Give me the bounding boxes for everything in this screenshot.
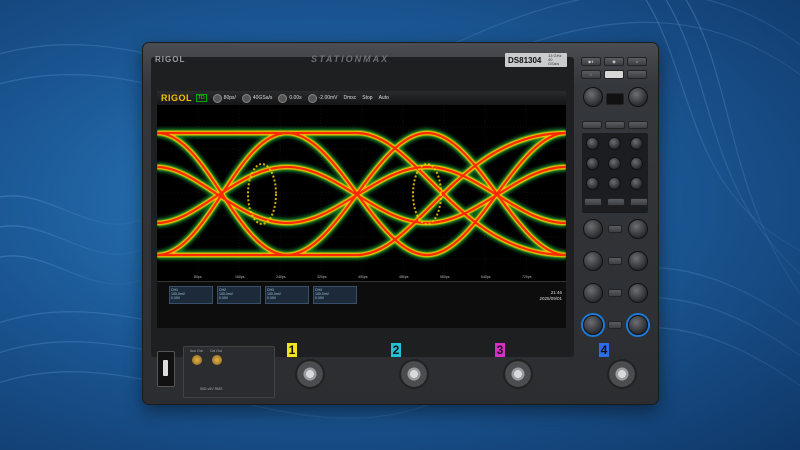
status-bar: RIGOL TD 80ps/ 40GSa/s 0.00s -2.00mV Dms… [157, 91, 566, 105]
function-key-7[interactable] [586, 177, 599, 190]
play-pause-button[interactable]: ▶‖ [581, 57, 601, 66]
cal-out-connector[interactable] [212, 355, 222, 365]
aux-out-label: Aux Out [190, 349, 203, 353]
multipurpose-knob[interactable] [583, 87, 603, 107]
x-tick: 80ps [194, 275, 202, 279]
vertical-position-knob-1[interactable] [583, 219, 603, 239]
menu-button-3[interactable] [628, 121, 648, 129]
bnc-connector[interactable] [607, 359, 637, 389]
channel-position-knob[interactable] [628, 315, 648, 335]
function-key-8[interactable] [608, 177, 621, 190]
channel-info-bar: CH1 100.0mV 0.00V CH2 100.0mV 0.00V CH3 … [157, 281, 566, 328]
function-key-3[interactable] [630, 137, 643, 150]
x-tick: 160ps [235, 275, 245, 279]
rating-label: 50Ω ≤5V RMS [200, 387, 223, 391]
function-key-12[interactable] [630, 198, 648, 206]
channel-3-input[interactable]: 3 [495, 343, 539, 395]
x-tick: 720ps [522, 275, 532, 279]
local-button[interactable] [627, 70, 647, 79]
touchscreen-display[interactable]: RIGOL TD 80ps/ 40GSa/s 0.00s -2.00mV Dms… [157, 91, 566, 328]
usb-port[interactable] [157, 351, 175, 387]
function-key-10[interactable] [584, 198, 602, 206]
horizontal-position-knob[interactable] [628, 219, 648, 239]
timebase-icon [212, 93, 222, 103]
brand-logo: RIGOL [155, 55, 186, 64]
function-key-6[interactable] [630, 157, 643, 170]
model-badge: DS81304 13 GHz 40 GSa/s [505, 53, 567, 67]
clock-display: 21:46 2025/09/01 [539, 290, 562, 301]
aux-panel: Aux Out Cal Out 50Ω ≤5V RMS [183, 346, 275, 398]
aux-out-connector[interactable] [192, 355, 202, 365]
bnc-connector[interactable] [503, 359, 533, 389]
channel-3-label: 3 [495, 343, 505, 357]
trigger-icon [307, 93, 317, 103]
function-key-11[interactable] [607, 198, 625, 206]
oscilloscope: RIGOL STATIONMAX DS81304 13 GHz 40 GSa/s… [142, 42, 659, 405]
display-screen-small [606, 93, 624, 105]
delay-item[interactable]: 0.00s [278, 93, 302, 103]
x-tick: 240ps [276, 275, 286, 279]
x-tick: 320ps [317, 275, 327, 279]
cal-out-label: Cal Out [210, 349, 222, 353]
acquire-icon [241, 93, 251, 103]
auto-item[interactable]: Auto [379, 95, 389, 101]
offset-knob[interactable] [628, 283, 648, 303]
channel-4-box[interactable]: CH4 100.0mV 0.00V [313, 286, 357, 304]
channel-4-label: 4 [599, 343, 609, 357]
series-logo: STATIONMAX [311, 54, 390, 64]
menu-button-2[interactable] [605, 121, 625, 129]
function-key-2[interactable] [608, 137, 621, 150]
channel-1-box[interactable]: CH1 100.0mV 0.00V [169, 286, 213, 304]
bnc-connector[interactable] [295, 359, 325, 389]
trigger-level-knob[interactable] [583, 283, 603, 303]
model-number: DS81304 [508, 55, 542, 65]
x-tick: 640ps [481, 275, 491, 279]
channel-3-box[interactable]: CH3 100.0mV 0.00V [265, 286, 309, 304]
channel-2-label: 2 [391, 343, 401, 357]
model-spec: 13 GHz 40 GSa/s [548, 53, 562, 66]
samplerate-item[interactable]: 40GSa/s [241, 93, 272, 103]
usb-slot [163, 360, 168, 376]
delay-icon [278, 93, 288, 103]
menu-button-1[interactable] [582, 121, 602, 129]
channel-button-d[interactable] [608, 321, 622, 329]
menu-item-dmsc[interactable]: Dmsc [344, 95, 357, 101]
channel-button-c[interactable] [608, 289, 622, 297]
channel-scale-knob[interactable] [583, 315, 603, 335]
front-panel-connectors: Aux Out Cal Out 50Ω ≤5V RMS 1 2 3 4 [151, 343, 651, 399]
eye-diagram-plot[interactable]: 80ps 160ps 240ps 320ps 400ps 480ps 560ps… [157, 105, 566, 281]
function-key-1[interactable] [586, 137, 599, 150]
horizontal-scale-knob[interactable] [628, 251, 648, 271]
camera-button[interactable]: ◉ [604, 57, 624, 66]
function-key-5[interactable] [608, 157, 621, 170]
single-button[interactable] [604, 70, 624, 79]
channel-1-input[interactable]: 1 [287, 343, 331, 395]
x-tick: 560ps [440, 275, 450, 279]
mode-indicator[interactable]: TD [196, 94, 207, 102]
navigate-knob[interactable] [628, 87, 648, 107]
screen-logo: RIGOL [161, 93, 192, 103]
channel-1-label: 1 [287, 343, 297, 357]
channel-button-a[interactable] [608, 225, 622, 233]
channel-4-input[interactable]: 4 [599, 343, 643, 395]
x-tick: 480ps [399, 275, 409, 279]
channel-button-b[interactable] [608, 257, 622, 265]
function-key-9[interactable] [630, 177, 643, 190]
run-stop-item[interactable]: Stop [362, 95, 372, 101]
channel-2-input[interactable]: 2 [391, 343, 435, 395]
control-panel: ▶‖ ◉ ⌂ ☞ [579, 57, 652, 357]
channel-2-box[interactable]: CH2 100.0mV 0.00V [217, 286, 261, 304]
bnc-connector[interactable] [399, 359, 429, 389]
function-key-4[interactable] [586, 157, 599, 170]
vertical-scale-knob-1[interactable] [583, 251, 603, 271]
x-tick: 400ps [358, 275, 368, 279]
touch-button[interactable]: ☞ [581, 70, 601, 79]
home-button[interactable]: ⌂ [627, 57, 647, 66]
trigger-level-item[interactable]: -2.00mV [307, 93, 338, 103]
timebase-item[interactable]: 80ps/ [212, 93, 236, 103]
